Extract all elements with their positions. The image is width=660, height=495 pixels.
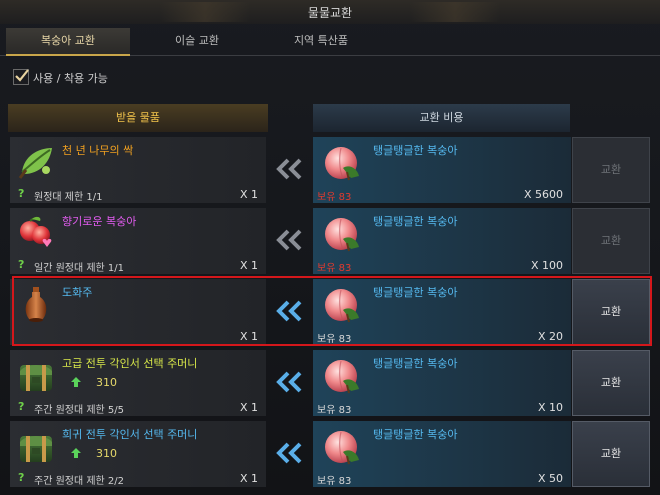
barter-window: 물물교환 복숭아 교환 이슬 교환 지역 특산품 사용 / 착용 가능 받을 물…	[0, 0, 660, 495]
reward-quantity: X 1	[239, 259, 258, 272]
window-title: 물물교환	[307, 6, 353, 20]
reward-item-panel[interactable]: 도화주 X 1	[10, 279, 266, 345]
exchange-button[interactable]: 교환	[572, 137, 650, 203]
exchange-limit: 일간 원정대 제한 1/1	[34, 263, 125, 274]
help-icon[interactable]: ?	[18, 401, 30, 413]
reward-item-panel[interactable]: 향기로운 복숭아 ? 일간 원정대 제한 1/1 X 1	[10, 208, 266, 274]
cost-item-panel[interactable]: 탱글탱글한 복숭아 보유 83 X 50	[313, 421, 571, 487]
cost-quantity: X 100	[530, 259, 563, 272]
cost-item-name: 탱글탱글한 복숭아	[373, 215, 458, 228]
owned-count: 보유 83	[317, 263, 352, 274]
exchange-row: 향기로운 복숭아 ? 일간 원정대 제한 1/1 X 1 탱글탱글한 복숭아 보…	[8, 206, 653, 274]
peach-icon	[321, 284, 361, 324]
reward-item-panel[interactable]: 천 년 나무의 싹 ? 원정대 제한 1/1 X 1	[10, 137, 266, 203]
bag-icon	[16, 426, 56, 466]
exchange-limit: 주간 원정대 제한 2/2	[34, 476, 125, 487]
reward-item-name: 도화주	[62, 286, 93, 299]
reward-item-name: 천 년 나무의 싹	[62, 144, 134, 157]
cost-item-name: 탱글탱글한 복숭아	[373, 428, 458, 441]
tab-regional-specialty[interactable]: 지역 특산품	[262, 28, 380, 56]
owned-count: 보유 83	[317, 476, 352, 487]
owned-count: 보유 83	[317, 334, 352, 345]
reward-quantity: X 1	[239, 330, 258, 343]
peach-icon	[321, 213, 361, 253]
cost-quantity: X 5600	[523, 188, 563, 201]
points-icon	[70, 447, 82, 459]
exchange-arrow-icon	[276, 229, 304, 251]
reward-points: 310	[96, 447, 117, 460]
reward-item-name: 향기로운 복숭아	[62, 215, 137, 228]
exchange-row: 천 년 나무의 싹 ? 원정대 제한 1/1 X 1 탱글탱글한 복숭아 보유 …	[8, 135, 653, 203]
exchange-arrow-icon	[276, 442, 304, 464]
points-icon	[70, 376, 82, 388]
reward-item-panel[interactable]: 고급 전투 각인서 선택 주머니 310 ? 주간 원정대 제한 5/5 X 1	[10, 350, 266, 416]
cost-item-panel[interactable]: 탱글탱글한 복숭아 보유 83 X 5600	[313, 137, 571, 203]
exchange-arrow-icon	[276, 371, 304, 393]
tab-bar: 복숭아 교환 이슬 교환 지역 특산품	[0, 28, 660, 56]
usable-filter-label: 사용 / 착용 가능	[33, 72, 108, 85]
exchange-arrow-icon	[276, 300, 304, 322]
exchange-button[interactable]: 교환	[572, 421, 650, 487]
reward-quantity: X 1	[239, 472, 258, 485]
reward-points: 310	[96, 376, 117, 389]
peach-icon	[321, 355, 361, 395]
cost-item-name: 탱글탱글한 복숭아	[373, 357, 458, 370]
cost-item-name: 탱글탱글한 복숭아	[373, 286, 458, 299]
owned-count: 보유 83	[317, 405, 352, 416]
fragrant-peach-icon	[16, 213, 56, 253]
title-bar: 물물교환	[0, 0, 660, 24]
exchange-button[interactable]: 교환	[572, 350, 650, 416]
exchange-row: 희귀 전투 각인서 선택 주머니 310 ? 주간 원정대 제한 2/2 X 1…	[8, 419, 653, 487]
cost-item-panel[interactable]: 탱글탱글한 복숭아 보유 83 X 20	[313, 279, 571, 345]
cost-quantity: X 20	[537, 330, 563, 343]
exchange-button[interactable]: 교환	[572, 208, 650, 274]
tab-dew-exchange[interactable]: 이슬 교환	[138, 28, 256, 56]
peach-icon	[321, 426, 361, 466]
leaf-sprout-icon	[16, 142, 56, 182]
help-icon[interactable]: ?	[18, 472, 30, 484]
receive-items-header: 받을 물품	[8, 104, 268, 132]
help-icon[interactable]: ?	[18, 259, 30, 271]
cost-item-panel[interactable]: 탱글탱글한 복숭아 보유 83 X 10	[313, 350, 571, 416]
reward-item-name: 희귀 전투 각인서 선택 주머니	[62, 428, 198, 441]
check-icon	[15, 69, 29, 82]
usable-filter-checkbox[interactable]	[13, 69, 29, 85]
reward-item-name: 고급 전투 각인서 선택 주머니	[62, 357, 198, 370]
exchange-row: 고급 전투 각인서 선택 주머니 310 ? 주간 원정대 제한 5/5 X 1…	[8, 348, 653, 416]
wine-bottle-icon	[16, 284, 56, 324]
help-icon[interactable]: ?	[18, 188, 30, 200]
cost-quantity: X 50	[537, 472, 563, 485]
reward-quantity: X 1	[239, 188, 258, 201]
tab-peach-exchange[interactable]: 복숭아 교환	[6, 28, 130, 56]
peach-icon	[321, 142, 361, 182]
exchange-cost-header: 교환 비용	[313, 104, 570, 132]
reward-item-panel[interactable]: 희귀 전투 각인서 선택 주머니 310 ? 주간 원정대 제한 2/2 X 1	[10, 421, 266, 487]
owned-count: 보유 83	[317, 192, 352, 203]
exchange-limit: 주간 원정대 제한 5/5	[34, 405, 125, 416]
bag-icon	[16, 355, 56, 395]
exchange-row: 도화주 X 1 탱글탱글한 복숭아 보유 83 X 20 교환	[8, 276, 653, 346]
exchange-limit: 원정대 제한 1/1	[34, 192, 103, 203]
reward-quantity: X 1	[239, 401, 258, 414]
cost-quantity: X 10	[537, 401, 563, 414]
cost-item-name: 탱글탱글한 복숭아	[373, 144, 458, 157]
exchange-arrow-icon	[276, 158, 304, 180]
exchange-button[interactable]: 교환	[572, 279, 650, 345]
cost-item-panel[interactable]: 탱글탱글한 복숭아 보유 83 X 100	[313, 208, 571, 274]
